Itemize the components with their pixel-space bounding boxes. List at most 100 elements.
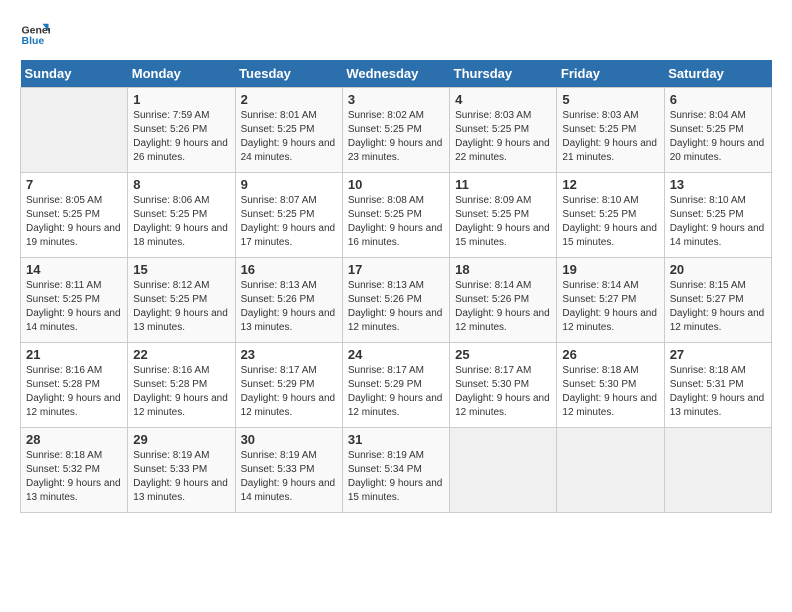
day-info: Sunrise: 8:11 AMSunset: 5:25 PMDaylight:… — [26, 279, 122, 335]
calendar-header-friday: Friday — [557, 60, 664, 88]
day-number: 5 — [562, 92, 658, 107]
calendar-cell — [450, 428, 557, 513]
day-number: 29 — [133, 432, 229, 447]
calendar-header-tuesday: Tuesday — [235, 60, 342, 88]
day-info: Sunrise: 8:16 AMSunset: 5:28 PMDaylight:… — [133, 364, 229, 420]
day-info: Sunrise: 8:08 AMSunset: 5:25 PMDaylight:… — [348, 194, 444, 250]
calendar-cell: 7 Sunrise: 8:05 AMSunset: 5:25 PMDayligh… — [21, 173, 128, 258]
day-info: Sunrise: 8:10 AMSunset: 5:25 PMDaylight:… — [562, 194, 658, 250]
calendar-week-row: 1 Sunrise: 7:59 AMSunset: 5:26 PMDayligh… — [21, 88, 772, 173]
day-number: 2 — [241, 92, 337, 107]
calendar-header-thursday: Thursday — [450, 60, 557, 88]
day-info: Sunrise: 8:12 AMSunset: 5:25 PMDaylight:… — [133, 279, 229, 335]
day-info: Sunrise: 8:18 AMSunset: 5:31 PMDaylight:… — [670, 364, 766, 420]
calendar-cell: 16 Sunrise: 8:13 AMSunset: 5:26 PMDaylig… — [235, 258, 342, 343]
day-info: Sunrise: 8:07 AMSunset: 5:25 PMDaylight:… — [241, 194, 337, 250]
calendar-cell: 13 Sunrise: 8:10 AMSunset: 5:25 PMDaylig… — [664, 173, 771, 258]
calendar-table: SundayMondayTuesdayWednesdayThursdayFrid… — [20, 60, 772, 513]
day-info: Sunrise: 8:17 AMSunset: 5:29 PMDaylight:… — [348, 364, 444, 420]
day-info: Sunrise: 8:19 AMSunset: 5:33 PMDaylight:… — [133, 449, 229, 505]
day-number: 1 — [133, 92, 229, 107]
day-number: 26 — [562, 347, 658, 362]
day-info: Sunrise: 8:13 AMSunset: 5:26 PMDaylight:… — [348, 279, 444, 335]
day-number: 25 — [455, 347, 551, 362]
calendar-header-sunday: Sunday — [21, 60, 128, 88]
calendar-cell: 22 Sunrise: 8:16 AMSunset: 5:28 PMDaylig… — [128, 343, 235, 428]
calendar-cell: 12 Sunrise: 8:10 AMSunset: 5:25 PMDaylig… — [557, 173, 664, 258]
calendar-cell: 14 Sunrise: 8:11 AMSunset: 5:25 PMDaylig… — [21, 258, 128, 343]
calendar-cell: 3 Sunrise: 8:02 AMSunset: 5:25 PMDayligh… — [342, 88, 449, 173]
day-info: Sunrise: 8:06 AMSunset: 5:25 PMDaylight:… — [133, 194, 229, 250]
calendar-body: 1 Sunrise: 7:59 AMSunset: 5:26 PMDayligh… — [21, 88, 772, 513]
day-number: 31 — [348, 432, 444, 447]
logo: General Blue — [20, 20, 54, 50]
day-number: 24 — [348, 347, 444, 362]
calendar-cell: 18 Sunrise: 8:14 AMSunset: 5:26 PMDaylig… — [450, 258, 557, 343]
day-info: Sunrise: 8:19 AMSunset: 5:34 PMDaylight:… — [348, 449, 444, 505]
day-number: 19 — [562, 262, 658, 277]
calendar-cell: 24 Sunrise: 8:17 AMSunset: 5:29 PMDaylig… — [342, 343, 449, 428]
day-info: Sunrise: 8:10 AMSunset: 5:25 PMDaylight:… — [670, 194, 766, 250]
day-info: Sunrise: 8:04 AMSunset: 5:25 PMDaylight:… — [670, 109, 766, 165]
calendar-cell: 30 Sunrise: 8:19 AMSunset: 5:33 PMDaylig… — [235, 428, 342, 513]
day-number: 13 — [670, 177, 766, 192]
day-info: Sunrise: 8:18 AMSunset: 5:30 PMDaylight:… — [562, 364, 658, 420]
calendar-header-row: SundayMondayTuesdayWednesdayThursdayFrid… — [21, 60, 772, 88]
calendar-cell: 2 Sunrise: 8:01 AMSunset: 5:25 PMDayligh… — [235, 88, 342, 173]
day-info: Sunrise: 8:17 AMSunset: 5:29 PMDaylight:… — [241, 364, 337, 420]
calendar-cell: 26 Sunrise: 8:18 AMSunset: 5:30 PMDaylig… — [557, 343, 664, 428]
day-number: 17 — [348, 262, 444, 277]
day-number: 14 — [26, 262, 122, 277]
logo-icon: General Blue — [20, 20, 50, 50]
day-info: Sunrise: 8:16 AMSunset: 5:28 PMDaylight:… — [26, 364, 122, 420]
day-number: 16 — [241, 262, 337, 277]
day-info: Sunrise: 8:09 AMSunset: 5:25 PMDaylight:… — [455, 194, 551, 250]
calendar-header-saturday: Saturday — [664, 60, 771, 88]
day-number: 27 — [670, 347, 766, 362]
calendar-cell: 31 Sunrise: 8:19 AMSunset: 5:34 PMDaylig… — [342, 428, 449, 513]
day-info: Sunrise: 8:15 AMSunset: 5:27 PMDaylight:… — [670, 279, 766, 335]
calendar-cell: 4 Sunrise: 8:03 AMSunset: 5:25 PMDayligh… — [450, 88, 557, 173]
day-number: 22 — [133, 347, 229, 362]
svg-text:Blue: Blue — [22, 35, 45, 47]
calendar-cell: 23 Sunrise: 8:17 AMSunset: 5:29 PMDaylig… — [235, 343, 342, 428]
day-number: 23 — [241, 347, 337, 362]
day-number: 3 — [348, 92, 444, 107]
day-number: 30 — [241, 432, 337, 447]
calendar-cell: 29 Sunrise: 8:19 AMSunset: 5:33 PMDaylig… — [128, 428, 235, 513]
day-number: 20 — [670, 262, 766, 277]
day-info: Sunrise: 8:14 AMSunset: 5:26 PMDaylight:… — [455, 279, 551, 335]
day-info: Sunrise: 7:59 AMSunset: 5:26 PMDaylight:… — [133, 109, 229, 165]
calendar-cell: 27 Sunrise: 8:18 AMSunset: 5:31 PMDaylig… — [664, 343, 771, 428]
calendar-cell: 15 Sunrise: 8:12 AMSunset: 5:25 PMDaylig… — [128, 258, 235, 343]
calendar-cell — [21, 88, 128, 173]
calendar-cell: 19 Sunrise: 8:14 AMSunset: 5:27 PMDaylig… — [557, 258, 664, 343]
day-number: 21 — [26, 347, 122, 362]
calendar-cell: 1 Sunrise: 7:59 AMSunset: 5:26 PMDayligh… — [128, 88, 235, 173]
calendar-week-row: 21 Sunrise: 8:16 AMSunset: 5:28 PMDaylig… — [21, 343, 772, 428]
day-number: 11 — [455, 177, 551, 192]
day-info: Sunrise: 8:13 AMSunset: 5:26 PMDaylight:… — [241, 279, 337, 335]
calendar-cell — [557, 428, 664, 513]
day-info: Sunrise: 8:05 AMSunset: 5:25 PMDaylight:… — [26, 194, 122, 250]
day-number: 28 — [26, 432, 122, 447]
calendar-cell: 10 Sunrise: 8:08 AMSunset: 5:25 PMDaylig… — [342, 173, 449, 258]
day-info: Sunrise: 8:19 AMSunset: 5:33 PMDaylight:… — [241, 449, 337, 505]
calendar-cell: 21 Sunrise: 8:16 AMSunset: 5:28 PMDaylig… — [21, 343, 128, 428]
day-number: 15 — [133, 262, 229, 277]
calendar-cell: 9 Sunrise: 8:07 AMSunset: 5:25 PMDayligh… — [235, 173, 342, 258]
day-info: Sunrise: 8:18 AMSunset: 5:32 PMDaylight:… — [26, 449, 122, 505]
calendar-cell: 8 Sunrise: 8:06 AMSunset: 5:25 PMDayligh… — [128, 173, 235, 258]
calendar-cell: 5 Sunrise: 8:03 AMSunset: 5:25 PMDayligh… — [557, 88, 664, 173]
calendar-cell — [664, 428, 771, 513]
day-number: 6 — [670, 92, 766, 107]
calendar-header-monday: Monday — [128, 60, 235, 88]
calendar-cell: 17 Sunrise: 8:13 AMSunset: 5:26 PMDaylig… — [342, 258, 449, 343]
day-info: Sunrise: 8:03 AMSunset: 5:25 PMDaylight:… — [455, 109, 551, 165]
day-number: 4 — [455, 92, 551, 107]
calendar-cell: 28 Sunrise: 8:18 AMSunset: 5:32 PMDaylig… — [21, 428, 128, 513]
day-number: 8 — [133, 177, 229, 192]
day-info: Sunrise: 8:01 AMSunset: 5:25 PMDaylight:… — [241, 109, 337, 165]
calendar-cell: 11 Sunrise: 8:09 AMSunset: 5:25 PMDaylig… — [450, 173, 557, 258]
calendar-week-row: 14 Sunrise: 8:11 AMSunset: 5:25 PMDaylig… — [21, 258, 772, 343]
